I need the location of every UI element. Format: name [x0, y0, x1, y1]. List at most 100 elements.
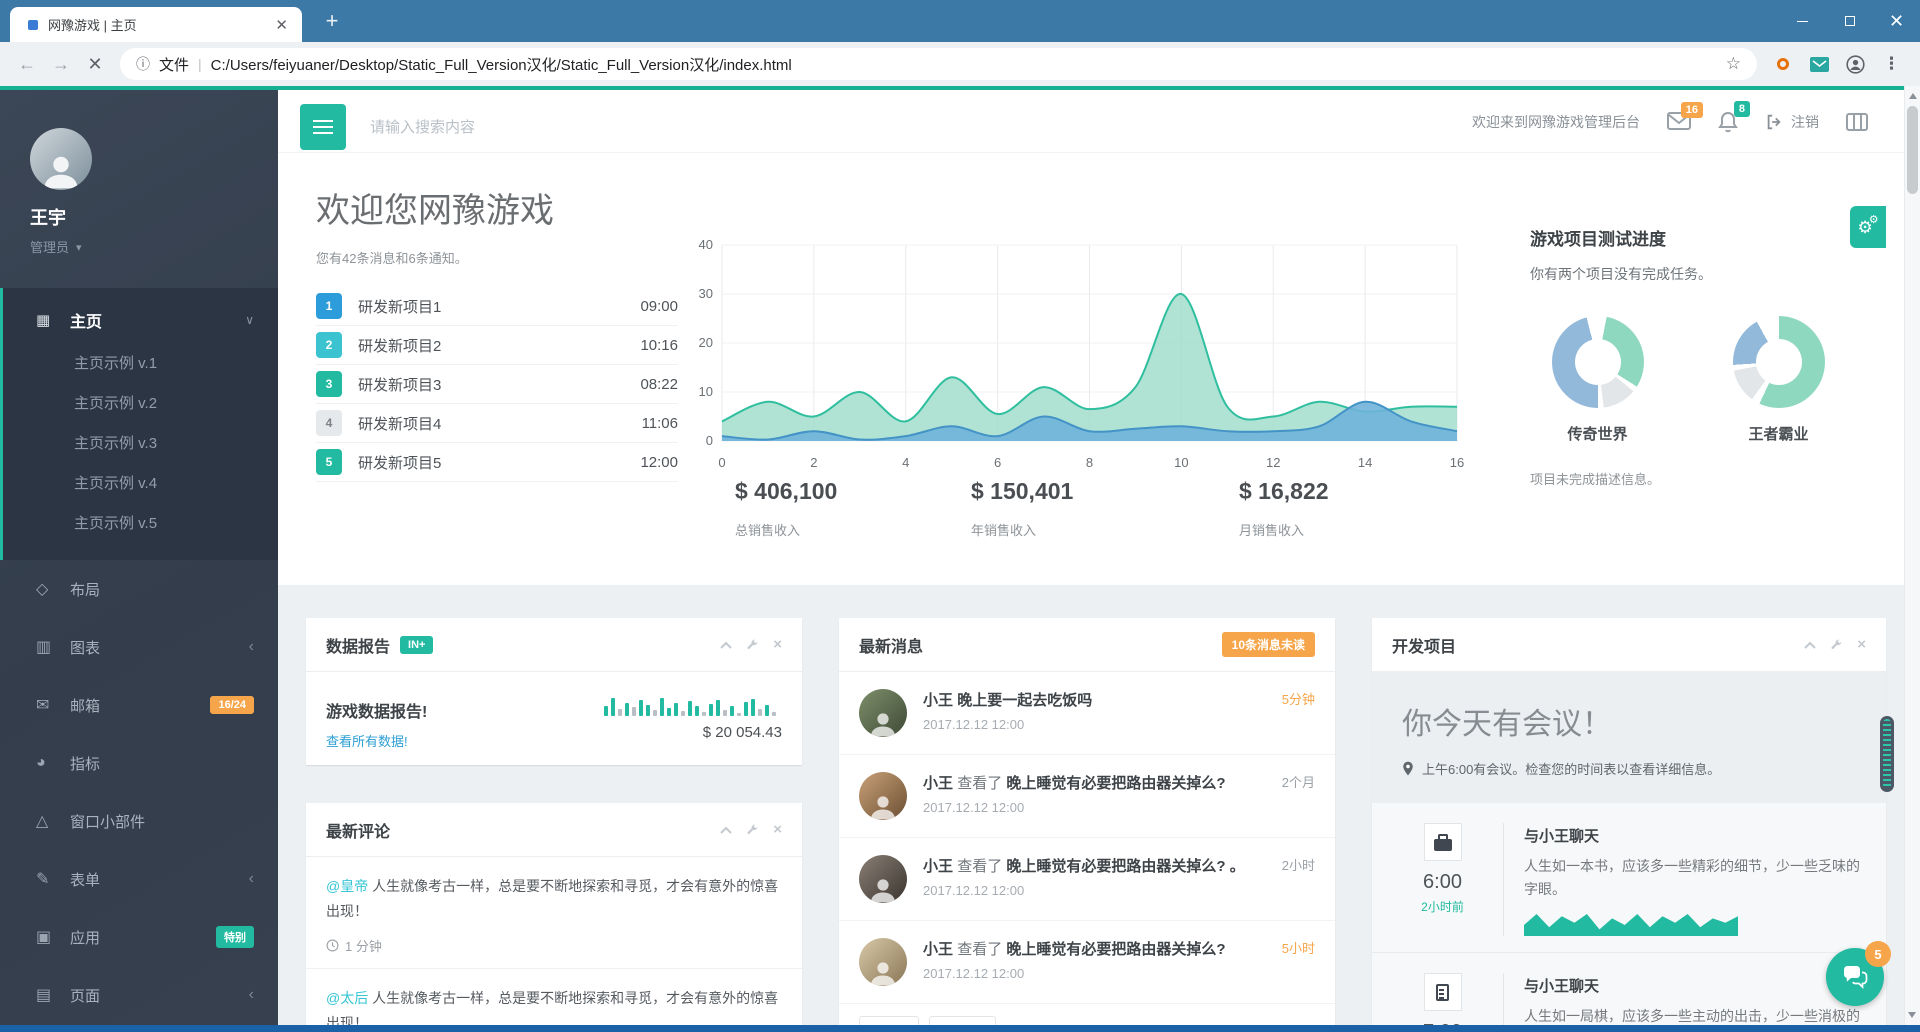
svg-text:40: 40: [699, 237, 713, 252]
window-close-button[interactable]: ✕: [1873, 0, 1920, 42]
message-row[interactable]: 小王 查看了 晚上睡觉有必要把路由器关掉么? 2017.12.12 12:00 …: [839, 755, 1335, 838]
donut-cell: 传奇世界: [1530, 316, 1665, 444]
sidebar-item-home[interactable]: ▦ 主页: [3, 296, 278, 344]
bookmark-star-icon[interactable]: ☆: [1726, 54, 1741, 74]
message-age: 2个月: [1281, 775, 1315, 790]
hamburger-menu-button[interactable]: [300, 104, 346, 150]
sidebar-item[interactable]: ▤ 页面: [0, 966, 278, 1024]
message-row[interactable]: 小王 查看了 晚上睡觉有必要把路由器关掉么? 2017.12.12 12:00 …: [839, 921, 1335, 1004]
tab-close-icon[interactable]: ✕: [271, 16, 292, 34]
user-role-dropdown[interactable]: 管理员: [30, 237, 278, 256]
report-bars-sparkline: [604, 698, 776, 716]
sidebar-item[interactable]: ▣ 应用 特别: [0, 908, 278, 966]
comment-user-link[interactable]: @太后: [326, 990, 368, 1006]
message-body: 小王 查看了 晚上睡觉有必要把路由器关掉么? 2017.12.12 12:00: [923, 938, 1270, 981]
message-action: 查看了: [957, 775, 1003, 792]
card-header: 最新评论 ×: [306, 803, 802, 857]
view-all-data-link[interactable]: 查看所有数据!: [326, 731, 427, 750]
message-age: 5分钟: [1281, 692, 1315, 707]
message-action: 查看了: [957, 858, 1003, 875]
task-row[interactable]: 5 研发新项目5 12:00: [316, 443, 678, 482]
extension-orange-icon[interactable]: [1769, 58, 1797, 70]
forward-button[interactable]: →: [44, 47, 78, 81]
custom-scrollbar-thumb[interactable]: [1880, 716, 1894, 792]
page-info-icon[interactable]: ⓘ: [136, 54, 150, 74]
task-row[interactable]: 1 研发新项目1 09:00: [316, 287, 678, 326]
profile-avatar-icon[interactable]: [1841, 54, 1869, 74]
grid-icon: ▦: [36, 312, 51, 329]
bell-icon[interactable]: 8: [1718, 100, 1750, 133]
comment-user-link[interactable]: @皇帝: [326, 878, 368, 894]
chat-fab[interactable]: 5: [1826, 941, 1891, 1006]
message-avatar: [859, 855, 907, 903]
url-scheme-label: 文件: [159, 56, 190, 74]
sidebar-subitem[interactable]: 主页示例 v.2: [3, 384, 278, 424]
stop-reload-button[interactable]: ✕: [78, 47, 112, 81]
collapse-icon[interactable]: [720, 826, 732, 834]
close-icon[interactable]: ×: [773, 637, 782, 652]
sidebar-subitem[interactable]: 主页示例 v.1: [3, 344, 278, 384]
like-button[interactable]: 赞: [859, 1016, 920, 1025]
scrollbar-thumb[interactable]: [1907, 106, 1918, 194]
close-icon[interactable]: ×: [773, 822, 782, 837]
collapse-icon[interactable]: [1804, 641, 1816, 649]
sidebar-item[interactable]: ✉ 邮箱 16/24: [0, 676, 278, 734]
mail-icon[interactable]: 16: [1667, 102, 1703, 131]
schedule-icon-box: [1423, 823, 1462, 861]
browser-menu-icon[interactable]: ⋮: [1883, 54, 1900, 74]
sidebar-subitem[interactable]: 主页示例 v.4: [3, 464, 278, 504]
extension-mail-icon[interactable]: [1805, 56, 1833, 72]
settings-wrench-icon[interactable]: [1830, 638, 1843, 651]
welcome-block: 欢迎您网豫游戏 您有42条消息和6条通知。 1 研发新项目1 09:00 2 研…: [316, 183, 678, 482]
task-row[interactable]: 2 研发新项目2 10:16: [316, 326, 678, 365]
browser-scrollbar[interactable]: [1904, 86, 1920, 1032]
settings-wrench-icon[interactable]: [746, 638, 759, 651]
layout-columns-icon[interactable]: [1846, 112, 1868, 131]
love-button[interactable]: ♥ 喜欢: [929, 1016, 996, 1025]
search-input[interactable]: [368, 104, 798, 150]
stat-value: $ 150,401: [971, 478, 1074, 504]
sidebar-item[interactable]: ◕ 指标: [0, 734, 278, 792]
svg-text:16: 16: [1450, 455, 1464, 470]
schedule-ago: 2小时前: [1421, 900, 1464, 914]
address-bar[interactable]: ⓘ 文件 | C:/Users/feiyuaner/Desktop/Static…: [120, 48, 1757, 80]
stat-value: $ 16,822: [1239, 478, 1329, 504]
sidebar-subitem[interactable]: 主页示例 v.3: [3, 424, 278, 464]
sidebar-item[interactable]: ✎ 表单: [0, 850, 278, 908]
settings-fab[interactable]: ⚙ ⚙: [1850, 206, 1886, 248]
window-maximize-button[interactable]: [1826, 0, 1873, 42]
schedule-meta: 7:00 3小时前: [1398, 973, 1504, 1025]
scroll-down-arrow[interactable]: [1908, 1012, 1916, 1018]
comment-item: @太后 人生就像考古一样，总是要不断地探索和寻觅，才会有意外的惊喜出现！: [306, 969, 802, 1025]
schedule-row[interactable]: 6:00 2小时前 与小王聊天 人生如一本书，应该多一些精彩的细节，少一些乏味的…: [1372, 803, 1886, 954]
stat-month-sales: $ 16,822 月销售收入: [1239, 478, 1329, 539]
sidebar-item[interactable]: ◇ 布局: [0, 560, 278, 618]
schedule-row[interactable]: 7:00 3小时前 与小王聊天 人生如一局棋，应该多一些主动的出击，少一些消极的…: [1372, 953, 1886, 1025]
scroll-up-arrow[interactable]: [1908, 93, 1917, 99]
sidebar-item[interactable]: ▥ 图表: [0, 618, 278, 676]
comment-text: @皇帝 人生就像考古一样，总是要不断地探索和寻觅，才会有意外的惊喜出现！: [326, 874, 782, 923]
task-row[interactable]: 3 研发新项目3 08:22: [316, 365, 678, 404]
task-label: 研发新项目5: [358, 454, 442, 472]
settings-wrench-icon[interactable]: [746, 823, 759, 836]
logout-label: 注销: [1791, 113, 1819, 130]
tab-favicon: [28, 19, 38, 30]
window-controls: ✕: [1779, 0, 1920, 42]
task-label: 研发新项目1: [358, 298, 442, 316]
logout-button[interactable]: 注销: [1765, 112, 1819, 132]
menu-icon: ◕: [36, 754, 46, 771]
browser-tab[interactable]: 网豫游戏 | 主页 ✕: [10, 7, 302, 42]
close-icon[interactable]: ×: [1857, 637, 1866, 652]
task-row[interactable]: 4 研发新项目4 11:06: [316, 404, 678, 443]
message-row[interactable]: 小王 晚上要一起去吃饭吗 2017.12.12 12:00 5分钟: [839, 672, 1335, 755]
sidebar-item[interactable]: △ 窗口小部件: [0, 792, 278, 850]
message-row[interactable]: 小王 查看了 晚上睡觉有必要把路由器关掉么? 。 2017.12.12 12:0…: [839, 838, 1335, 921]
menu-icon: ▥: [36, 639, 52, 656]
window-minimize-button[interactable]: [1779, 0, 1826, 42]
sidebar-subitem[interactable]: 主页示例 v.5: [3, 504, 278, 544]
message-topic: 晚上睡觉有必要把路由器关掉么?: [1006, 775, 1226, 792]
new-tab-button[interactable]: +: [318, 8, 346, 36]
back-button[interactable]: ←: [10, 47, 44, 81]
latest-comments-card: 最新评论 × @皇帝 人生就像考古一样，总是要不断地探索和寻觅，才会有意外的惊喜…: [306, 803, 802, 1025]
collapse-icon[interactable]: [720, 641, 732, 649]
